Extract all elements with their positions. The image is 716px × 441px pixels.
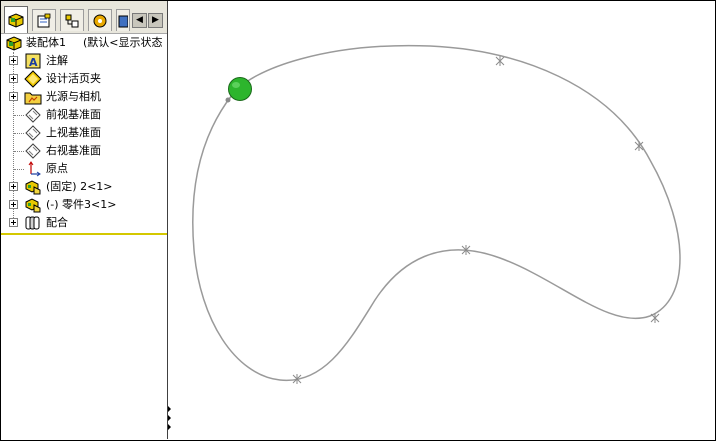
tree-item-label: 配合	[46, 216, 68, 229]
part-icon	[25, 198, 41, 213]
tree-branch-line	[14, 169, 24, 170]
blue-panel-icon	[118, 15, 128, 27]
tab-display-manager[interactable]	[88, 9, 112, 31]
panel-tabs: ◀ ▶	[1, 1, 167, 34]
green-ball[interactable]	[228, 77, 252, 101]
tree-item-front-plane[interactable]: 前视基准面	[1, 106, 167, 124]
tree-item-origin[interactable]: 原点	[1, 160, 167, 178]
feature-tree-icon	[8, 13, 24, 28]
tab-partial[interactable]	[116, 9, 130, 31]
assembly-icon	[6, 36, 22, 51]
green-ball-highlight	[232, 82, 240, 88]
design-binder-icon	[24, 70, 42, 88]
tree-item-label: 设计活页夹	[46, 72, 101, 85]
tree-branch-line	[14, 151, 24, 152]
closed-spline-curve[interactable]	[192, 44, 681, 381]
expand-icon[interactable]	[9, 200, 18, 209]
plane-icon	[25, 143, 41, 159]
tab-scroll-left-button[interactable]: ◀	[132, 13, 147, 28]
feature-manager-panel: ◀ ▶ 装配体1 (默认<显示状态 A 注解 设计活页夹 光源与相机 前视基准面…	[1, 1, 168, 439]
lights-folder-icon	[24, 92, 42, 105]
tree-item-label: 原点	[46, 162, 68, 175]
tab-scroll-right-button[interactable]: ▶	[148, 13, 163, 28]
tab-feature-manager[interactable]	[4, 6, 28, 33]
tree-item-label: 右视基准面	[46, 144, 101, 157]
display-manager-icon	[93, 14, 107, 27]
tree-item-floating-part[interactable]: (-) 零件3<1>	[1, 196, 167, 214]
tree-end-line	[1, 233, 167, 235]
tree-branch-line	[14, 133, 24, 134]
tab-configuration-manager[interactable]	[60, 9, 84, 31]
expand-icon[interactable]	[9, 182, 18, 191]
tree-item-mates[interactable]: 配合	[1, 214, 167, 232]
spline-point[interactable]	[495, 56, 505, 66]
tree-item-design-binder[interactable]: 设计活页夹	[1, 70, 167, 88]
tree-item-lights-cameras[interactable]: 光源与相机	[1, 88, 167, 106]
mates-icon	[25, 216, 40, 230]
tab-property-manager[interactable]	[32, 9, 56, 31]
tree-item-right-plane[interactable]: 右视基准面	[1, 142, 167, 160]
expand-icon[interactable]	[9, 74, 18, 83]
tree-item-top-plane[interactable]: 上视基准面	[1, 124, 167, 142]
tree-root[interactable]: 装配体1 (默认<显示状态	[1, 34, 167, 52]
tree-item-label: 光源与相机	[46, 90, 101, 103]
graphics-area[interactable]	[168, 1, 714, 439]
tree-root-suffix: (默认<显示状态	[83, 36, 163, 49]
origin-icon	[28, 161, 41, 177]
tree-item-fixed-part[interactable]: (固定) 2<1>	[1, 178, 167, 196]
tree-item-annotations[interactable]: A 注解	[1, 52, 167, 70]
tree-item-label: 上视基准面	[46, 126, 101, 139]
part-icon	[25, 180, 41, 195]
expand-icon[interactable]	[9, 92, 18, 101]
tree-item-label: (固定) 2<1>	[46, 180, 113, 193]
plane-icon	[25, 125, 41, 141]
spline-start-point[interactable]	[225, 97, 231, 103]
spline-point[interactable]	[650, 313, 660, 323]
tree-item-label: 注解	[46, 54, 68, 67]
tree-branch-line	[14, 115, 24, 116]
expand-icon[interactable]	[9, 218, 18, 227]
plane-icon	[25, 107, 41, 123]
tree-root-label: 装配体1	[26, 36, 66, 49]
configuration-manager-icon	[65, 14, 79, 27]
annotation-icon: A	[25, 53, 41, 69]
svg-text:A: A	[29, 56, 38, 69]
expand-icon[interactable]	[9, 56, 18, 65]
tree-item-label: 前视基准面	[46, 108, 101, 121]
tree-item-label: (-) 零件3<1>	[46, 198, 117, 211]
property-manager-icon	[37, 13, 51, 27]
